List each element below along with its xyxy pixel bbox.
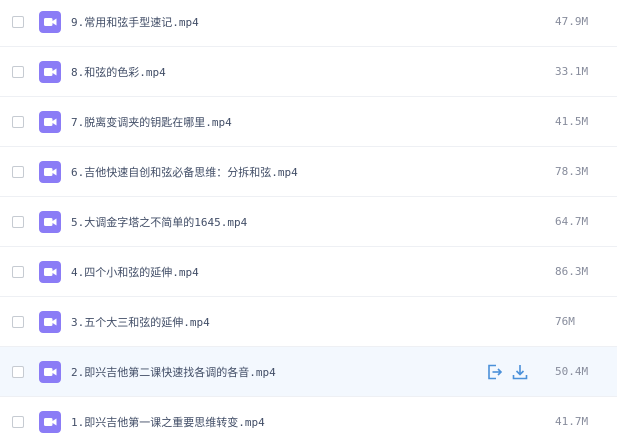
row-checkbox[interactable] (12, 15, 24, 28)
file-row[interactable]: 5.大调金字塔之不简单的1645.mp4 64.7M (0, 197, 617, 247)
row-checkbox[interactable] (12, 65, 24, 78)
video-file-icon (39, 10, 61, 33)
file-name[interactable]: 4.四个小和弦的延伸.mp4 (71, 264, 199, 280)
file-name[interactable]: 5.大调金字塔之不简单的1645.mp4 (71, 214, 247, 230)
file-size: 33.1M (555, 65, 589, 78)
file-name[interactable]: 2.即兴吉他第二课快速找各调的各音.mp4 (71, 364, 276, 380)
file-name[interactable]: 9.常用和弦手型速记.mp4 (71, 14, 199, 30)
file-size: 86.3M (555, 265, 589, 278)
file-row[interactable]: 4.四个小和弦的延伸.mp4 86.3M (0, 247, 617, 297)
file-row[interactable]: 2.即兴吉他第二课快速找各调的各音.mp4 50.4M (0, 347, 617, 397)
file-size: 47.9M (555, 15, 589, 28)
file-row[interactable]: 6.吉他快速自创和弦必备思维：分拆和弦.mp4 78.3M (0, 147, 617, 197)
file-row[interactable]: 8.和弦的色彩.mp4 33.1M (0, 47, 617, 97)
file-row[interactable]: 9.常用和弦手型速记.mp4 47.9M (0, 0, 617, 47)
file-list: 9.常用和弦手型速记.mp4 47.9M 8.和弦的色彩.mp4 33.1M 7… (0, 0, 617, 434)
video-file-icon (39, 260, 61, 283)
file-name[interactable]: 3.五个大三和弦的延伸.mp4 (71, 314, 210, 330)
file-row[interactable]: 1.即兴吉他第一课之重要思维转变.mp4 41.7M (0, 397, 617, 434)
file-size: 78.3M (555, 165, 589, 178)
file-size: 50.4M (555, 365, 589, 378)
file-row[interactable]: 7.脱离变调夹的钥匙在哪里.mp4 41.5M (0, 97, 617, 147)
file-name[interactable]: 6.吉他快速自创和弦必备思维：分拆和弦.mp4 (71, 164, 298, 180)
download-icon[interactable] (511, 363, 529, 381)
row-checkbox[interactable] (12, 265, 24, 278)
share-icon[interactable] (486, 363, 504, 381)
video-file-icon (39, 60, 61, 83)
video-file-icon (39, 410, 61, 433)
row-checkbox[interactable] (12, 115, 24, 128)
row-checkbox[interactable] (12, 165, 24, 178)
row-checkbox[interactable] (12, 415, 24, 428)
video-file-icon (39, 210, 61, 233)
video-file-icon (39, 360, 61, 383)
file-name[interactable]: 7.脱离变调夹的钥匙在哪里.mp4 (71, 114, 232, 130)
file-size: 41.5M (555, 115, 589, 128)
file-row[interactable]: 3.五个大三和弦的延伸.mp4 76M (0, 297, 617, 347)
file-size: 41.7M (555, 415, 589, 428)
row-checkbox[interactable] (12, 365, 24, 378)
file-size: 76M (555, 315, 575, 328)
file-name[interactable]: 8.和弦的色彩.mp4 (71, 64, 166, 80)
file-size: 64.7M (555, 215, 589, 228)
file-name[interactable]: 1.即兴吉他第一课之重要思维转变.mp4 (71, 414, 265, 430)
row-checkbox[interactable] (12, 215, 24, 228)
video-file-icon (39, 160, 61, 183)
video-file-icon (39, 310, 61, 333)
row-checkbox[interactable] (12, 315, 24, 328)
video-file-icon (39, 110, 61, 133)
